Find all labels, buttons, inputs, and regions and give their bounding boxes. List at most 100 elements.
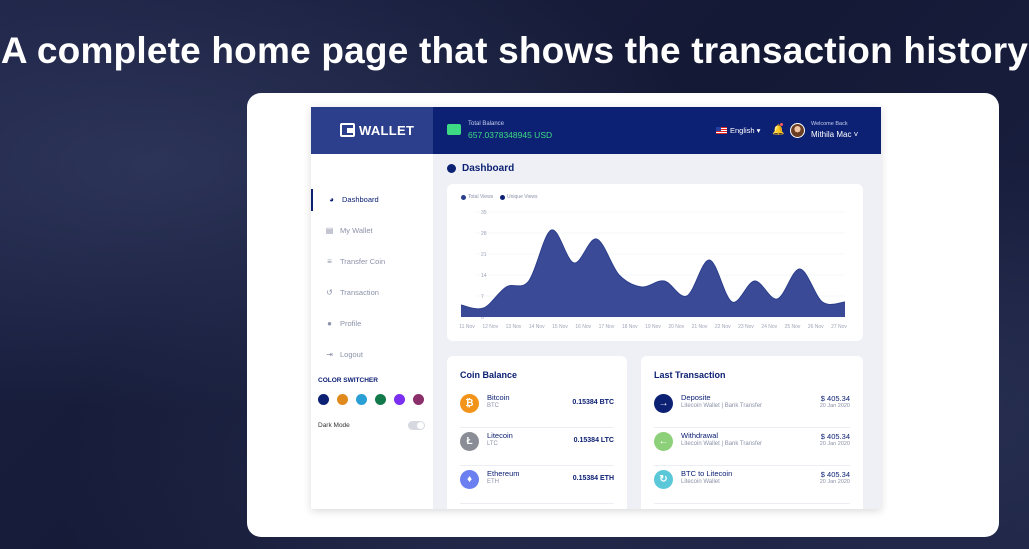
x-tick-label: 16 Nov — [575, 324, 591, 330]
series-area-total-views — [461, 229, 845, 317]
y-tick-label: 35 — [481, 210, 487, 216]
exchange-icon: ↻ — [654, 470, 673, 489]
sidebar-item-logout[interactable]: ⇥ Logout — [311, 344, 433, 366]
transaction-amount: $ 405.34 — [820, 432, 850, 441]
litecoin-icon: Ł — [460, 432, 479, 451]
y-tick-label: 14 — [481, 273, 487, 279]
x-tick-label: 26 Nov — [808, 324, 824, 330]
color-switcher-title: COLOR SWITCHER — [318, 377, 378, 384]
sidebar-item-label: Transaction — [340, 288, 379, 297]
coin-symbol: ETH — [487, 479, 499, 485]
wallet-app-window: WALLET Total Balance 657.0378348945 USD … — [311, 107, 881, 509]
transaction-subtitle: Litecoin Wallet | Bank Transfer — [681, 403, 763, 409]
user-icon: ● — [327, 319, 332, 328]
coin-balance-panel: Coin Balance ₿ Bitcoin BTC 0.15384 BTC Ł Lite… — [447, 356, 627, 509]
transaction-title: Deposite — [681, 393, 711, 402]
coin-row[interactable]: ₿ Bitcoin BTC 0.15384 BTC — [460, 390, 614, 428]
sidebar-item-dashboard[interactable]: ◕ Dashboard — [311, 189, 433, 211]
y-tick-label: 7 — [481, 294, 484, 300]
dashboard-icon: ◕ — [329, 195, 334, 204]
sidebar-item-transfer-coin[interactable]: ≡ Transfer Coin — [311, 251, 433, 273]
color-swatch-navy[interactable] — [318, 394, 329, 405]
transaction-date: 20 Jan 2020 — [819, 479, 850, 485]
sidebar-item-label: Transfer Coin — [340, 257, 386, 266]
transaction-subtitle: Litecoin Wallet | Bank Transfer — [681, 441, 763, 447]
user-menu[interactable]: Mithila Mac ˅ — [811, 130, 858, 139]
coin-name: Ethereum — [487, 469, 520, 478]
logo[interactable]: WALLET — [311, 107, 433, 154]
sidebar-item-transaction[interactable]: ↺ Transaction — [311, 282, 433, 304]
wallet-icon — [447, 124, 461, 135]
x-tick-label: 22 Nov — [715, 324, 731, 330]
logo-text: WALLET — [359, 123, 415, 138]
avatar[interactable] — [790, 123, 805, 138]
last-transaction-title: Last Transaction — [654, 370, 726, 380]
transaction-subtitle: Litecoin Wallet — [681, 479, 720, 485]
color-swatch-green[interactable] — [375, 394, 386, 405]
top-header: WALLET Total Balance 657.0378348945 USD … — [311, 107, 881, 154]
sidebar-item-label: Dashboard — [342, 195, 379, 204]
sidebar-item-my-wallet[interactable]: ▤ My Wallet — [311, 220, 433, 242]
ethereum-icon: ♦ — [460, 470, 479, 489]
x-tick-label: 21 Nov — [692, 324, 708, 330]
coin-row[interactable]: Ł Litecoin LTC 0.15384 LTC — [460, 428, 614, 466]
x-tick-label: 11 Nov — [459, 324, 475, 330]
coin-amount: 0.15384 LTC — [573, 437, 614, 444]
coin-name: Litecoin — [487, 431, 513, 440]
total-balance-label: Total Balance — [468, 121, 505, 127]
sidebar: ◕ Dashboard ▤ My Wallet ≡ Transfer Coin … — [311, 154, 433, 509]
dashboard-icon — [447, 164, 456, 173]
transaction-title: Withdrawal — [681, 431, 719, 440]
color-swatch-plum[interactable] — [413, 394, 424, 405]
color-swatch-blue[interactable] — [356, 394, 367, 405]
y-tick-label: 21 — [481, 252, 487, 258]
x-tick-label: 19 Nov — [645, 324, 661, 330]
x-tick-label: 25 Nov — [785, 324, 801, 330]
transaction-row[interactable]: ↻ BTC to Litecoin Litecoin Wallet $ 405.34 2… — [654, 466, 850, 504]
bell-icon[interactable]: 🔔 — [772, 125, 784, 136]
sidebar-item-label: Profile — [340, 319, 362, 328]
transaction-row[interactable]: ← Withdrawal Litecoin Wallet | Bank Transf… — [654, 428, 850, 466]
x-tick-label: 20 Nov — [668, 324, 684, 330]
coin-balance-title: Coin Balance — [460, 370, 518, 380]
coin-amount: 0.15384 BTC — [572, 399, 614, 406]
color-swatch-purple[interactable] — [394, 394, 405, 405]
bitcoin-icon: ₿ — [460, 394, 479, 413]
arrow-left-icon: ← — [654, 432, 673, 451]
transaction-date: 20 Jan 2020 — [819, 403, 850, 409]
notification-dot — [780, 123, 783, 126]
dark-mode-toggle[interactable] — [408, 421, 425, 430]
welcome-label: Welcome Back — [811, 121, 848, 127]
x-tick-label: 18 Nov — [622, 324, 638, 330]
transfer-icon: ≡ — [327, 257, 332, 266]
color-swatch-orange[interactable] — [337, 394, 348, 405]
hero-title: A complete home page that shows the tran… — [0, 30, 1029, 71]
sidebar-item-profile[interactable]: ● Profile — [311, 313, 433, 335]
sidebar-item-label: Logout — [340, 350, 363, 359]
language-selector[interactable]: English ▾ — [730, 126, 760, 135]
coin-symbol: BTC — [487, 403, 499, 409]
history-icon: ↺ — [326, 288, 333, 297]
x-tick-label: 14 Nov — [529, 324, 545, 330]
dark-mode-label: Dark Mode — [318, 422, 350, 429]
showcase-card: WALLET Total Balance 657.0378348945 USD … — [247, 93, 999, 537]
transaction-row[interactable]: → Deposite Litecoin Wallet | Bank Transfer… — [654, 390, 850, 428]
x-tick-label: 13 Nov — [506, 324, 522, 330]
coin-symbol: LTC — [487, 441, 498, 447]
x-tick-label: 15 Nov — [552, 324, 568, 330]
us-flag-icon — [716, 127, 727, 134]
x-tick-label: 17 Nov — [599, 324, 615, 330]
coin-row[interactable]: ♦ Ethereum ETH 0.15384 ETH — [460, 466, 614, 504]
coin-name: Bitcoin — [487, 393, 510, 402]
last-transaction-panel: Last Transaction → Deposite Litecoin Walle… — [641, 356, 863, 509]
wallet-logo-icon — [340, 123, 355, 137]
arrow-right-icon: → — [654, 394, 673, 413]
logout-icon: ⇥ — [326, 350, 333, 359]
page-title: Dashboard — [462, 163, 515, 174]
views-area-chart: 352821147011 Nov 12 Nov 13 Nov 14 Nov 15 Nov… — [459, 210, 847, 330]
transaction-amount: $ 405.34 — [820, 394, 850, 403]
x-tick-label: 27 Nov — [831, 324, 847, 330]
views-chart-card: Total Views Unique Views 35 28 21 14 7 0 11 No… — [447, 184, 863, 341]
coin-amount: 0.15384 ETH — [572, 475, 614, 482]
sidebar-item-label: My Wallet — [340, 226, 373, 235]
